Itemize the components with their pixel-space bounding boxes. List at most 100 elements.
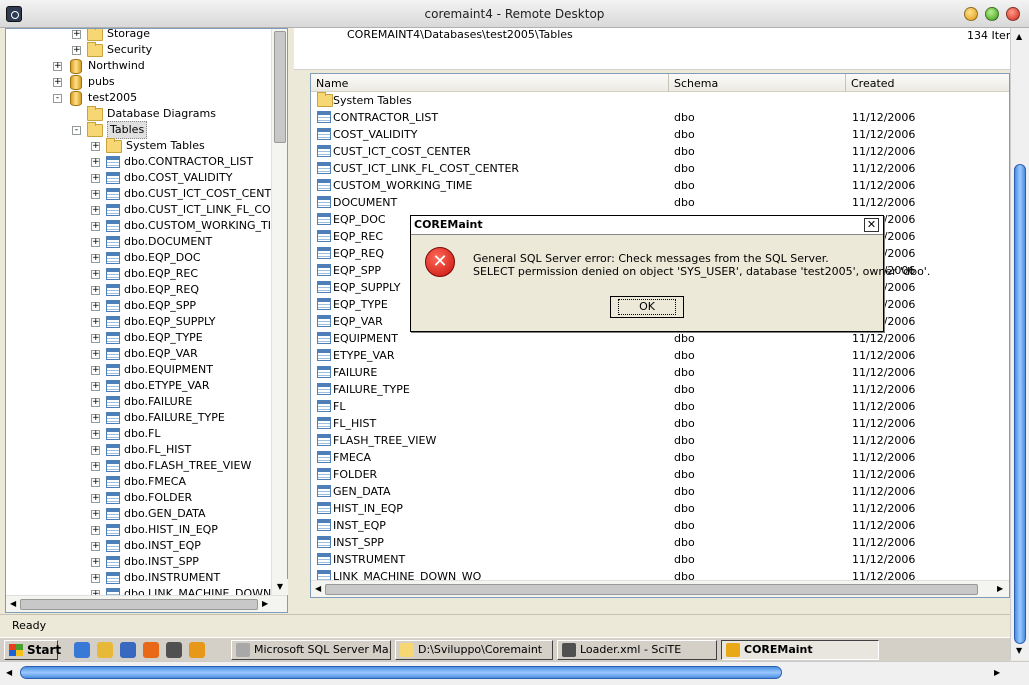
taskbar-button[interactable]: Loader.xml - SciTE [557, 640, 717, 660]
expand-icon[interactable]: + [91, 333, 100, 343]
table-row[interactable]: INST_EQP dbo 11/12/2006 [311, 517, 1009, 534]
minimize-button[interactable] [964, 7, 978, 21]
tree-item[interactable]: Database Diagrams [72, 105, 216, 122]
expand-icon[interactable]: + [91, 301, 100, 311]
column-header-created[interactable]: Created [846, 74, 1009, 92]
close-button[interactable] [1006, 7, 1020, 21]
list-horizontal-scroll-thumb[interactable] [325, 584, 978, 595]
taskbar-button[interactable]: Microsoft SQL Server Ma... [231, 640, 391, 660]
expand-icon[interactable]: + [91, 157, 100, 167]
column-header-schema[interactable]: Schema [669, 74, 846, 92]
remote-desktop-titlebar[interactable]: coremaint4 - Remote Desktop [0, 0, 1029, 28]
tree-item[interactable]: + dbo.FL [91, 426, 160, 442]
table-row[interactable]: INST_SPP dbo 11/12/2006 [311, 534, 1009, 551]
explorer-icon[interactable] [97, 642, 113, 658]
tree-item[interactable]: + dbo.DOCUMENT [91, 234, 212, 250]
details-list[interactable]: Name Schema Created System Tables CONTRAC… [310, 73, 1010, 598]
tree-item[interactable]: + dbo.INST_EQP [91, 538, 201, 554]
scite-icon[interactable] [166, 642, 182, 658]
clock-icon[interactable] [189, 642, 205, 658]
tree-item[interactable]: +dbo.LINK_MACHINE_DOWN_W [91, 586, 271, 595]
taskbar-button[interactable]: D:\Sviluppo\Coremaint [395, 640, 553, 660]
table-row[interactable]: INSTRUMENT dbo 11/12/2006 [311, 551, 1009, 568]
tree-horizontal-scrollbar[interactable]: ◀ ▶ [6, 595, 287, 612]
tree-item[interactable]: + Storage [72, 29, 150, 42]
scroll-left-arrow-icon[interactable]: ◀ [10, 599, 16, 608]
expand-icon[interactable]: + [91, 557, 100, 567]
tree-item[interactable]: + dbo.CUST_ICT_LINK_FL_COST_CENTER [91, 202, 271, 218]
remote-vertical-scrollbar[interactable]: ▲ ▼ [1010, 28, 1029, 660]
remote-vertical-scroll-thumb[interactable] [1014, 164, 1026, 644]
expand-icon[interactable]: + [91, 541, 100, 551]
tree-item[interactable]: + dbo.FAILURE_TYPE [91, 410, 225, 426]
expand-icon[interactable]: + [91, 525, 100, 535]
maximize-button[interactable] [985, 7, 999, 21]
expand-icon[interactable]: + [72, 29, 81, 39]
tree-item[interactable]: + dbo.HIST_IN_EQP [91, 522, 218, 538]
expand-icon[interactable]: + [91, 573, 100, 583]
firefox-icon[interactable] [143, 642, 159, 658]
tree-item[interactable]: + dbo.FOLDER [91, 490, 192, 506]
table-row[interactable]: ETYPE_VAR dbo 11/12/2006 [311, 347, 1009, 364]
expand-icon[interactable]: + [91, 397, 100, 407]
tree-item[interactable]: + dbo.EQP_TYPE [91, 330, 203, 346]
expand-icon[interactable]: + [91, 429, 100, 439]
tree-item[interactable]: + dbo.COST_VALIDITY [91, 170, 232, 186]
scroll-right-arrow-icon[interactable]: ▶ [262, 599, 268, 608]
expand-icon[interactable]: + [91, 365, 100, 375]
tree-item[interactable]: + dbo.EQP_DOC [91, 250, 201, 266]
tree-item[interactable]: + System Tables [91, 137, 205, 154]
dialog-close-button[interactable]: ✕ [864, 218, 879, 232]
expand-icon[interactable]: + [91, 413, 100, 423]
table-row[interactable]: DOCUMENT dbo 11/12/2006 [311, 194, 1009, 211]
scroll-left-arrow-icon[interactable]: ◀ [315, 584, 321, 593]
table-row[interactable]: COST_VALIDITY dbo 11/12/2006 [311, 126, 1009, 143]
show-desktop-icon[interactable] [74, 642, 90, 658]
scroll-left-arrow-icon[interactable]: ◀ [6, 668, 12, 677]
scroll-up-arrow-icon[interactable]: ▲ [1016, 32, 1022, 41]
tree-item[interactable]: + dbo.INSTRUMENT [91, 570, 220, 586]
tree-item[interactable]: + dbo.EQP_REQ [91, 282, 199, 298]
tree-item[interactable]: + Security [72, 41, 152, 58]
tree-item[interactable]: + Northwind [53, 58, 145, 74]
scroll-right-arrow-icon[interactable]: ▶ [997, 584, 1003, 593]
tree-item[interactable]: + dbo.GEN_DATA [91, 506, 206, 522]
expand-icon[interactable]: + [91, 221, 100, 231]
expand-icon[interactable]: + [91, 205, 100, 215]
network-icon[interactable] [120, 642, 136, 658]
remote-horizontal-scroll-thumb[interactable] [20, 666, 782, 679]
table-row[interactable]: FOLDER dbo 11/12/2006 [311, 466, 1009, 483]
table-row[interactable]: CUSTOM_WORKING_TIME dbo 11/12/2006 [311, 177, 1009, 194]
tree-item[interactable]: + dbo.CONTRACTOR_LIST [91, 154, 253, 170]
expand-icon[interactable]: + [91, 461, 100, 471]
scroll-down-arrow-icon[interactable]: ▼ [272, 579, 288, 595]
table-row[interactable]: FL dbo 11/12/2006 [311, 398, 1009, 415]
expand-icon[interactable]: + [91, 349, 100, 359]
collapse-icon[interactable]: - [72, 125, 81, 135]
tree-horizontal-scroll-thumb[interactable] [20, 599, 258, 610]
table-row[interactable]: FMECA dbo 11/12/2006 [311, 449, 1009, 466]
expand-icon[interactable]: + [91, 141, 100, 151]
expand-icon[interactable]: + [91, 189, 100, 199]
expand-icon[interactable]: + [91, 381, 100, 391]
tree-item[interactable]: + dbo.FMECA [91, 474, 186, 490]
tree-item[interactable]: + pubs [53, 74, 115, 90]
tree-item[interactable]: + dbo.CUSTOM_WORKING_TIME [91, 218, 271, 234]
table-row[interactable]: GEN_DATA dbo 11/12/2006 [311, 483, 1009, 500]
scroll-down-arrow-icon[interactable]: ▼ [1016, 646, 1022, 655]
collapse-icon[interactable]: - [53, 93, 62, 103]
scroll-right-arrow-icon[interactable]: ▶ [994, 668, 1000, 677]
tree-item[interactable]: + dbo.EQUIPMENT [91, 362, 213, 378]
expand-icon[interactable]: + [91, 445, 100, 455]
expand-icon[interactable]: + [91, 237, 100, 247]
tree-vertical-scrollbar[interactable]: ▼ [271, 29, 288, 595]
tree-item[interactable]: + dbo.CUST_ICT_COST_CENTER [91, 186, 271, 202]
tree-item[interactable]: + dbo.INST_SPP [91, 554, 199, 570]
expand-icon[interactable]: + [91, 269, 100, 279]
table-row[interactable]: FLASH_TREE_VIEW dbo 11/12/2006 [311, 432, 1009, 449]
expand-icon[interactable]: + [53, 61, 62, 71]
expand-icon[interactable]: + [72, 45, 81, 55]
ok-button[interactable]: OK [610, 296, 684, 318]
expand-icon[interactable]: + [91, 285, 100, 295]
tree-item[interactable]: + dbo.FL_HIST [91, 442, 191, 458]
